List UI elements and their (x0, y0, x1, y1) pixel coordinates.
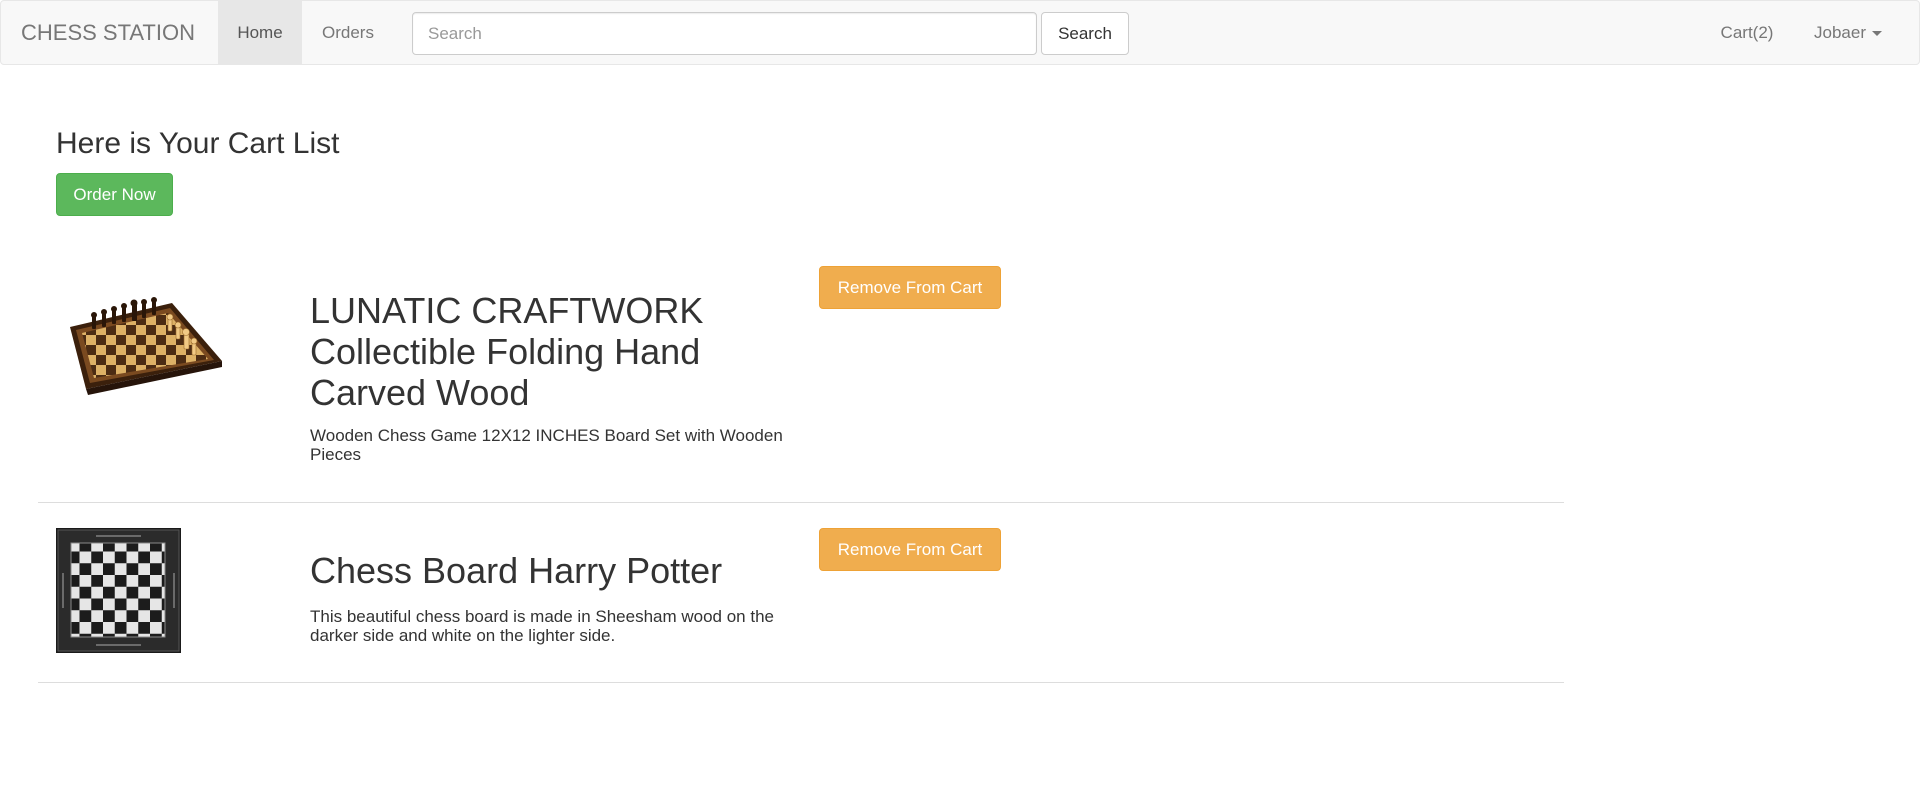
page-title: Here is Your Cart List (56, 127, 340, 160)
brand-logo-link[interactable]: CHESS STATION (21, 1, 195, 64)
item-title[interactable]: Chess Board Harry Potter (310, 550, 790, 591)
harry-potter-chess-board-image (56, 528, 181, 653)
nav-link-orders[interactable]: Orders (303, 1, 393, 64)
search-button[interactable]: Search (1041, 12, 1129, 55)
top-navbar: CHESS STATION Home Orders Search Cart(2)… (0, 0, 1920, 65)
user-menu-label: Jobaer (1814, 23, 1866, 42)
item-title[interactable]: LUNATIC CRAFTWORK Collectible Folding Ha… (310, 290, 790, 413)
search-input[interactable] (412, 12, 1037, 55)
nav-link-home[interactable]: Home (218, 1, 302, 64)
remove-from-cart-button[interactable]: Remove From Cart (819, 528, 1001, 571)
remove-from-cart-button[interactable]: Remove From Cart (819, 266, 1001, 309)
user-menu-dropdown[interactable]: Jobaer (1798, 1, 1898, 64)
item-description: This beautiful chess board is made in Sh… (310, 607, 774, 645)
cart-item: Chess Board Harry Potter This beautiful … (38, 503, 1564, 683)
order-now-button[interactable]: Order Now (56, 173, 173, 216)
caret-down-icon (1871, 31, 1882, 37)
nav-link-cart[interactable]: Cart(2) (1701, 1, 1793, 64)
cart-item: LUNATIC CRAFTWORK Collectible Folding Ha… (38, 255, 1564, 503)
item-description: Wooden Chess Game 12X12 INCHES Board Set… (310, 426, 783, 464)
folding-wooden-chess-set-image (70, 297, 222, 395)
